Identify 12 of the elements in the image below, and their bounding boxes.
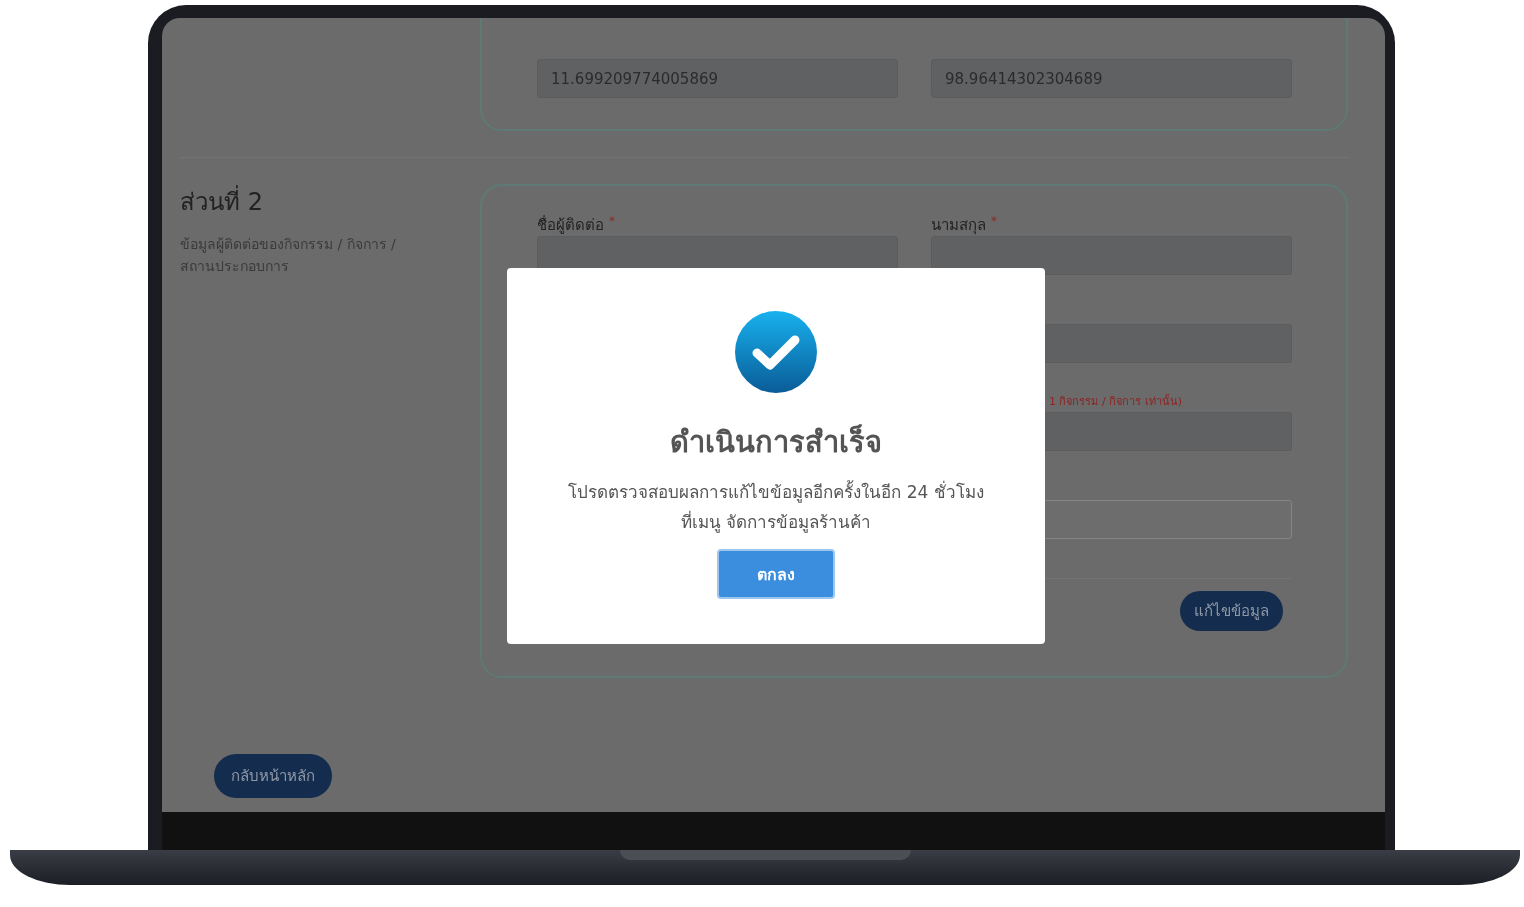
field-hint: 1 กิจกรรม / กิจการ เท่านั้น) xyxy=(1049,393,1182,410)
edit-button[interactable]: แก้ไขข้อมูล xyxy=(1180,591,1283,631)
dialog-title: ดำเนินการสำเร็จ xyxy=(670,423,882,461)
field-label: นามสกุล xyxy=(931,215,986,237)
required-mark: * xyxy=(609,214,615,228)
ok-button[interactable]: ตกลง xyxy=(717,549,835,599)
back-home-button[interactable]: กลับหน้าหลัก xyxy=(214,754,332,798)
dialog-message: โปรดตรวจสอบผลการแก้ไขข้อมูลอีกครั้งในอีก 24 ชั่วโมง ที่เมนู จัดการข้อมูลร้านค้า xyxy=(567,479,985,535)
success-check-icon xyxy=(735,311,817,393)
required-mark: * xyxy=(991,214,997,228)
field-label: ชื่อผู้ติดต่อ xyxy=(537,214,604,236)
section-title: ส่วนที่ 2 xyxy=(180,182,480,221)
